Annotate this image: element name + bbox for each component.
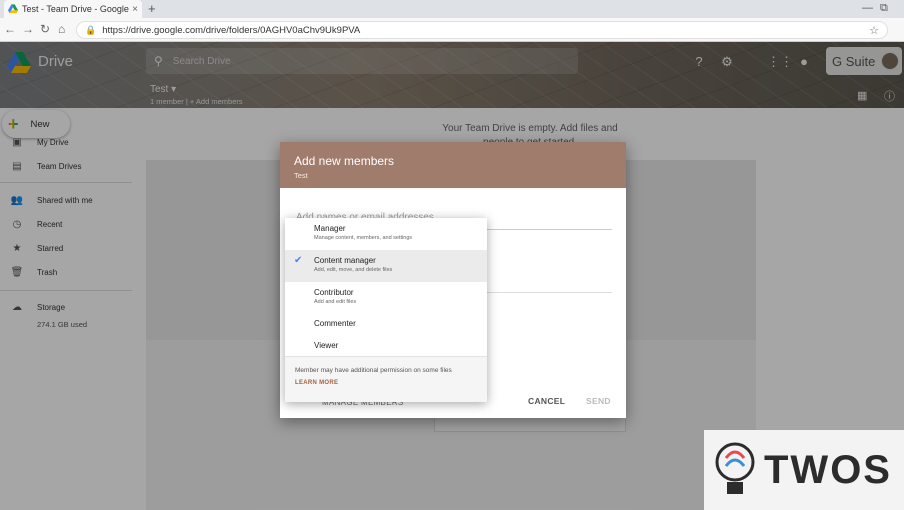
message-field-underline [486,292,612,293]
dialog-subtitle: Test [294,171,308,180]
role-name: Viewer [314,341,339,350]
back-icon[interactable]: ← [4,22,16,36]
watermark-text: TWOS [764,447,892,492]
lock-icon: 🔒 [85,24,97,35]
role-option-contributor[interactable]: Contributor Add and edit files [285,288,487,314]
reload-icon[interactable]: ↻ [40,22,50,36]
lightbulb-icon [715,442,755,494]
cancel-button[interactable]: CANCEL [528,396,565,406]
tab-title: Test - Team Drive - Google Drive [22,4,132,14]
address-bar: ← → ↻ ⌂ 🔒 https://drive.google.com/drive… [0,18,904,42]
browser-tab[interactable]: Test - Team Drive - Google Drive × [4,0,142,18]
browser-tab-strip: Test - Team Drive - Google Drive × + — ⧉ [0,0,904,18]
bookmark-star-icon[interactable]: ☆ [869,24,879,37]
url-input[interactable]: 🔒 https://drive.google.com/drive/folders… [76,21,888,39]
role-dropdown: Manager Manage content, members, and set… [285,218,487,402]
role-description: Manage content, members, and settings [314,235,413,241]
role-name: Manager [314,224,346,233]
role-description: Add, edit, move, and delete files [314,267,393,273]
role-option-commenter[interactable]: Commenter [285,319,487,337]
watermark: TWOS [704,430,904,510]
home-icon[interactable]: ⌂ [58,22,65,36]
role-option-content-manager[interactable]: ✔ Content manager Add, edit, move, and d… [285,250,487,282]
role-description: Add and edit files [314,299,357,305]
learn-more-link[interactable]: LEARN MORE [295,380,477,386]
dialog-title: Add new members [294,154,395,168]
drive-favicon-icon [8,4,18,14]
role-option-manager[interactable]: Manager Manage content, members, and set… [285,224,487,250]
restore-icon[interactable]: ⧉ [880,2,888,15]
role-option-viewer[interactable]: Viewer [285,341,487,357]
dialog-header: Add new members Test [280,142,626,188]
forward-icon[interactable]: → [22,22,34,36]
role-note-section: Member may have additional permission on… [285,356,487,402]
role-name: Commenter [314,319,356,328]
role-name: Contributor [314,288,354,297]
tab-close-icon[interactable]: × [132,4,138,15]
url-text: https://drive.google.com/drive/folders/0… [102,24,361,36]
role-name: Content manager [314,256,376,265]
role-note: Member may have additional permission on… [295,367,452,374]
send-button[interactable]: SEND [586,396,611,406]
new-tab-button[interactable]: + [148,1,156,16]
checkmark-icon: ✔ [294,255,303,266]
minimize-icon[interactable]: — [862,2,873,14]
